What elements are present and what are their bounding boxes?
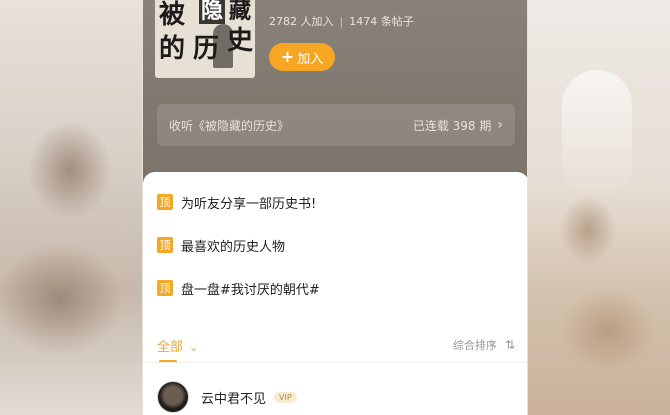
pinned-post-title: 最喜欢的历史人物 <box>181 239 286 255</box>
divider <box>143 362 527 363</box>
filter-bar: 全部 ⌄ 综合排序 ⇅ <box>157 332 515 363</box>
join-button[interactable]: + 加入 <box>269 43 335 71</box>
pinned-badge: 顶 <box>157 194 173 210</box>
sort-label: 综合排序 <box>452 339 497 352</box>
pinned-post[interactable]: 顶 最喜欢的历史人物 <box>157 235 285 255</box>
background-photo-right <box>528 0 670 415</box>
group-header: 被 隐 藏 的 历 史 2782 人加入 | 1474 条帖子 + 加入 收听《被隐… <box>143 0 527 200</box>
episode-status: 已连载 398 期 <box>412 118 492 133</box>
avatar[interactable] <box>157 381 189 413</box>
phone-screen: 被 隐 藏 的 历 史 2782 人加入 | 1474 条帖子 + 加入 收听《被隐… <box>142 0 528 415</box>
background-photo-left <box>0 0 142 415</box>
group-stats: 2782 人加入 | 1474 条帖子 <box>269 13 414 29</box>
filter-all-tab[interactable]: 全部 ⌄ <box>157 336 199 363</box>
book-cover: 被 隐 藏 的 历 史 <box>155 0 255 78</box>
pinned-badge: 顶 <box>157 237 173 253</box>
posts-card: 顶 为听友分享一部历史书! 顶 最喜欢的历史人物 顶 盘一盘#我讨厌的朝代# 全… <box>143 172 527 415</box>
listen-label: 收听《被隐藏的历史》 <box>169 118 290 133</box>
sort-button[interactable]: 综合排序 ⇅ <box>453 337 515 353</box>
cover-char: 史 <box>227 26 254 56</box>
stats-separator: | <box>339 15 344 28</box>
vip-badge: VIP <box>274 391 297 403</box>
username: 云中君不见 <box>201 391 267 407</box>
sort-icon: ⇅ <box>504 338 515 352</box>
pinned-badge: 顶 <box>157 280 173 296</box>
listen-bar[interactable]: 收听《被隐藏的历史》 已连载 398 期 › <box>157 104 515 146</box>
plus-icon: + <box>280 47 295 66</box>
filter-all-label: 全部 <box>157 339 184 355</box>
cover-char: 藏 <box>229 0 252 24</box>
pinned-post-title: 为听友分享一部历史书! <box>181 196 317 212</box>
pinned-post-title: 盘一盘#我讨厌的朝代# <box>181 282 320 298</box>
cover-char: 被 <box>159 0 186 30</box>
cover-char: 隐 <box>199 0 226 24</box>
post-author[interactable]: 云中君不见 VIP <box>157 380 297 414</box>
pinned-post[interactable]: 顶 盘一盘#我讨厌的朝代# <box>157 278 320 298</box>
pinned-post[interactable]: 顶 为听友分享一部历史书! <box>157 192 316 212</box>
lamp-glow <box>562 70 632 200</box>
chevron-down-icon: ⌄ <box>189 340 199 354</box>
member-count: 2782 人加入 <box>269 15 334 28</box>
cover-char: 的 <box>159 34 186 64</box>
join-label: 加入 <box>297 51 324 67</box>
post-count: 1474 条帖子 <box>349 15 414 28</box>
cover-char: 历 <box>193 34 220 64</box>
chevron-right-icon: › <box>497 117 503 133</box>
